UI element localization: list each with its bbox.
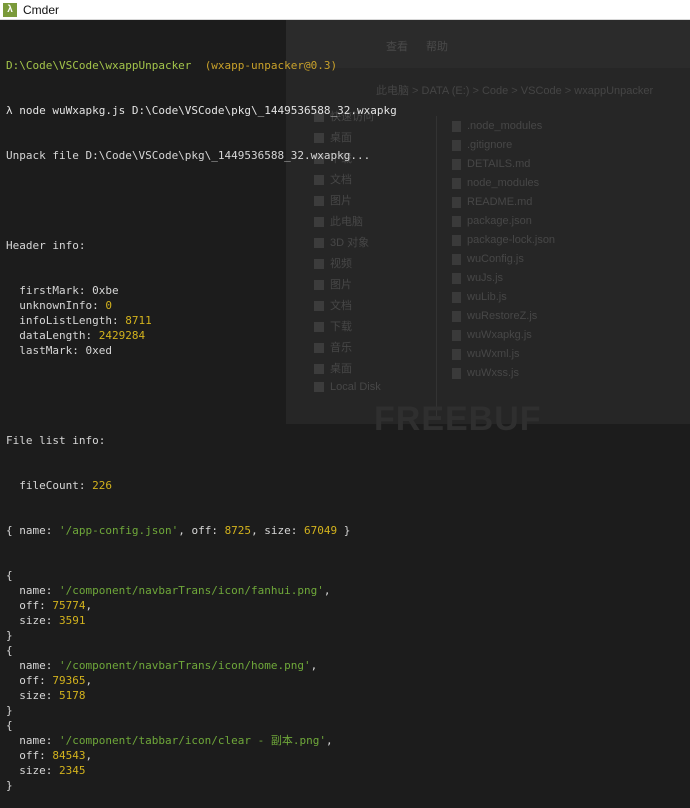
- filelist-title: File list info:: [6, 434, 106, 447]
- prompt-path: D:\Code\VSCode\wxappUnpacker: [6, 59, 192, 72]
- entry-name-line: name: '/component/tabbar/icon/clear - 副本…: [6, 734, 333, 747]
- window-titlebar: λ Cmder: [0, 0, 690, 20]
- header-row: dataLength: 2429284: [6, 328, 686, 343]
- entry-open-brace: {: [6, 644, 13, 657]
- file-count-key: fileCount:: [6, 479, 93, 492]
- header-value: 2429284: [98, 329, 146, 342]
- entry-open-brace: {: [6, 719, 13, 732]
- entry-off: 84543: [52, 749, 86, 762]
- entry-off-line: off: 75774,: [6, 599, 93, 612]
- entry-off-line: off: 84543,: [6, 749, 93, 762]
- header-title: Header info:: [6, 239, 86, 252]
- entry-size-line: size: 2345: [6, 764, 86, 777]
- first-entry-line: { name: '/app-config.json', off: 8725, s…: [6, 524, 351, 537]
- entry-name-line: name: '/component/navbarTrans/icon/home.…: [6, 659, 318, 672]
- file-count-value: 226: [92, 479, 112, 492]
- header-row: firstMark: 0xbe: [6, 283, 686, 298]
- header-key: lastMark:: [6, 344, 86, 357]
- command-line: λ node wuWxapkg.js D:\Code\VSCode\pkg\_1…: [6, 104, 397, 117]
- header-value: 0xbe: [92, 284, 119, 297]
- header-row: unknownInfo: 0: [6, 298, 686, 313]
- entry-size: 2345: [58, 764, 86, 777]
- header-value: 0xed: [85, 344, 112, 357]
- entry-size-line: size: 5178: [6, 689, 86, 702]
- header-key: firstMark:: [6, 284, 93, 297]
- entry-size: 3591: [58, 614, 86, 627]
- prompt-package: (wxapp-unpacker@0.3): [204, 59, 338, 72]
- entry-open-brace: {: [6, 569, 13, 582]
- unpack-line: Unpack file D:\Code\VSCode\pkg\_14495365…: [6, 149, 371, 162]
- window-title: Cmder: [23, 2, 60, 17]
- entry-size-line: size: 3591: [6, 614, 86, 627]
- entry-close-brace: }: [6, 629, 13, 642]
- header-key: dataLength:: [6, 329, 99, 342]
- header-value: 0: [105, 299, 112, 312]
- entry-name-line: name: '/component/navbarTrans/icon/fanhu…: [6, 584, 331, 597]
- entry-off-line: off: 79365,: [6, 674, 93, 687]
- entry-name: '/component/navbarTrans/icon/fanhui.png': [58, 584, 324, 597]
- entry-name: '/component/navbarTrans/icon/home.png': [58, 659, 311, 672]
- prompt-line: D:\Code\VSCode\wxappUnpacker (wxapp-unpa…: [6, 58, 686, 73]
- cmder-lambda-icon: λ: [3, 2, 17, 17]
- first-entry-name: '/app-config.json': [58, 524, 179, 537]
- entry-close-brace: }: [6, 704, 13, 717]
- first-entry-off: 8725: [224, 524, 252, 537]
- entry-name: '/component/tabbar/icon/clear - 副本.png': [58, 734, 327, 747]
- entry-close-brace: }: [6, 779, 13, 792]
- entry-off: 79365: [52, 674, 86, 687]
- file-count-line: fileCount: 226: [6, 478, 686, 493]
- first-entry-size: 67049: [304, 524, 338, 537]
- header-key: unknownInfo:: [6, 299, 106, 312]
- header-value: 8711: [125, 314, 152, 327]
- header-row: lastMark: 0xed: [6, 343, 686, 358]
- header-key: infoListLength:: [6, 314, 126, 327]
- header-row: infoListLength: 8711: [6, 313, 686, 328]
- console-output: D:\Code\VSCode\wxappUnpacker (wxapp-unpa…: [6, 28, 686, 808]
- entry-off: 75774: [52, 599, 86, 612]
- entry-size: 5178: [58, 689, 86, 702]
